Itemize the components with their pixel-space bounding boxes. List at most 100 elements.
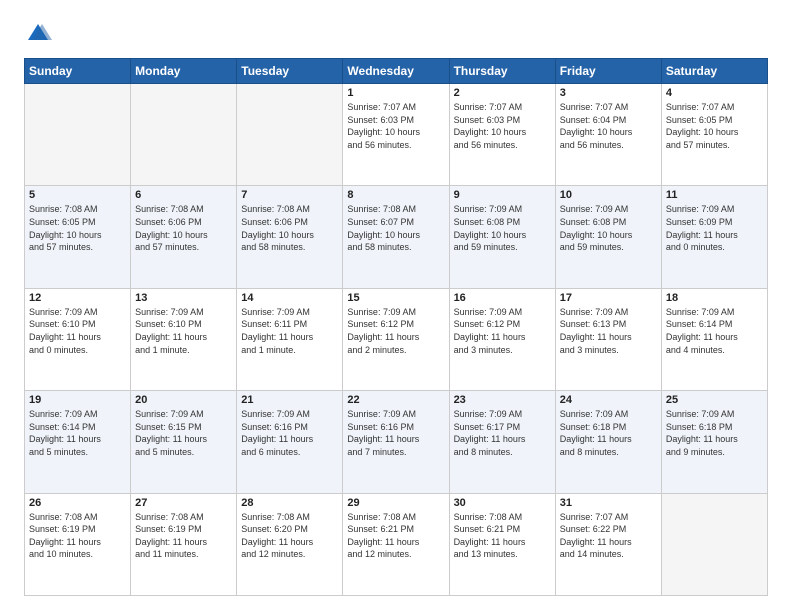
day-info: Sunrise: 7:09 AM Sunset: 6:11 PM Dayligh… — [241, 306, 338, 356]
day-info: Sunrise: 7:08 AM Sunset: 6:19 PM Dayligh… — [135, 511, 232, 561]
logo — [24, 20, 56, 48]
day-info: Sunrise: 7:08 AM Sunset: 6:21 PM Dayligh… — [454, 511, 551, 561]
day-cell: 27 Sunrise: 7:08 AM Sunset: 6:19 PM Dayli… — [131, 493, 237, 595]
col-header-sunday: Sunday — [25, 59, 131, 84]
day-cell: 14 Sunrise: 7:09 AM Sunset: 6:11 PM Dayli… — [237, 288, 343, 390]
day-cell: 18 Sunrise: 7:09 AM Sunset: 6:14 PM Dayli… — [661, 288, 767, 390]
day-cell: 10 Sunrise: 7:09 AM Sunset: 6:08 PM Dayli… — [555, 186, 661, 288]
day-cell: 29 Sunrise: 7:08 AM Sunset: 6:21 PM Dayli… — [343, 493, 449, 595]
day-info: Sunrise: 7:09 AM Sunset: 6:12 PM Dayligh… — [454, 306, 551, 356]
day-info: Sunrise: 7:08 AM Sunset: 6:05 PM Dayligh… — [29, 203, 126, 253]
day-cell: 28 Sunrise: 7:08 AM Sunset: 6:20 PM Dayli… — [237, 493, 343, 595]
day-cell: 6Sunrise: 7:08 AM Sunset: 6:06 PM Daylig… — [131, 186, 237, 288]
week-row-4: 19Sunrise: 7:09 AM Sunset: 6:14 PM Dayli… — [25, 391, 768, 493]
week-row-3: 12 Sunrise: 7:09 AM Sunset: 6:10 PM Dayli… — [25, 288, 768, 390]
day-number: 13 — [135, 292, 232, 304]
col-header-monday: Monday — [131, 59, 237, 84]
col-header-thursday: Thursday — [449, 59, 555, 84]
day-number: 16 — [454, 292, 551, 304]
day-cell: 2 Sunrise: 7:07 AM Sunset: 6:03 PM Daylig… — [449, 84, 555, 186]
day-info: Sunrise: 7:08 AM Sunset: 6:19 PM Dayligh… — [29, 511, 126, 561]
day-cell: 1Sunrise: 7:07 AM Sunset: 6:03 PM Daylig… — [343, 84, 449, 186]
header — [24, 20, 768, 48]
week-row-1: 1Sunrise: 7:07 AM Sunset: 6:03 PM Daylig… — [25, 84, 768, 186]
day-info: Sunrise: 7:09 AM Sunset: 6:14 PM Dayligh… — [666, 306, 763, 356]
day-cell: 21Sunrise: 7:09 AM Sunset: 6:16 PM Dayli… — [237, 391, 343, 493]
day-number: 22 — [347, 394, 444, 406]
day-cell: 3 Sunrise: 7:07 AM Sunset: 6:04 PM Daylig… — [555, 84, 661, 186]
day-number: 15 — [347, 292, 444, 304]
day-number: 18 — [666, 292, 763, 304]
day-number: 3 — [560, 87, 657, 99]
col-header-friday: Friday — [555, 59, 661, 84]
day-number: 31 — [560, 497, 657, 509]
day-cell: 12Sunrise: 7:09 AM Sunset: 6:10 PM Dayli… — [25, 288, 131, 390]
day-number: 25 — [666, 394, 763, 406]
day-info: Sunrise: 7:09 AM Sunset: 6:18 PM Dayligh… — [560, 408, 657, 458]
day-number: 20 — [135, 394, 232, 406]
day-cell: 22 Sunrise: 7:09 AM Sunset: 6:16 PM Dayli… — [343, 391, 449, 493]
day-cell — [661, 493, 767, 595]
day-info: Sunrise: 7:07 AM Sunset: 6:05 PM Dayligh… — [666, 101, 763, 151]
day-cell: 9 Sunrise: 7:09 AM Sunset: 6:08 PM Daylig… — [449, 186, 555, 288]
col-header-saturday: Saturday — [661, 59, 767, 84]
day-info: Sunrise: 7:09 AM Sunset: 6:16 PM Dayligh… — [347, 408, 444, 458]
day-cell — [131, 84, 237, 186]
day-number: 10 — [560, 189, 657, 201]
col-header-wednesday: Wednesday — [343, 59, 449, 84]
day-info: Sunrise: 7:09 AM Sunset: 6:08 PM Dayligh… — [454, 203, 551, 253]
day-cell: 5 Sunrise: 7:08 AM Sunset: 6:05 PM Daylig… — [25, 186, 131, 288]
day-info: Sunrise: 7:09 AM Sunset: 6:10 PM Dayligh… — [135, 306, 232, 356]
day-info: Sunrise: 7:09 AM Sunset: 6:15 PM Dayligh… — [135, 408, 232, 458]
day-cell: 31 Sunrise: 7:07 AM Sunset: 6:22 PM Dayli… — [555, 493, 661, 595]
day-info: Sunrise: 7:07 AM Sunset: 6:03 PM Dayligh… — [454, 101, 551, 151]
day-number: 8 — [347, 189, 444, 201]
day-number: 6 — [135, 189, 232, 201]
day-number: 30 — [454, 497, 551, 509]
day-info: Sunrise: 7:09 AM Sunset: 6:16 PM Dayligh… — [241, 408, 338, 458]
day-cell: 13 Sunrise: 7:09 AM Sunset: 6:10 PM Dayli… — [131, 288, 237, 390]
day-number: 17 — [560, 292, 657, 304]
day-info: Sunrise: 7:08 AM Sunset: 6:20 PM Dayligh… — [241, 511, 338, 561]
day-number: 19 — [29, 394, 126, 406]
day-number: 5 — [29, 189, 126, 201]
col-header-tuesday: Tuesday — [237, 59, 343, 84]
day-cell: 19Sunrise: 7:09 AM Sunset: 6:14 PM Dayli… — [25, 391, 131, 493]
day-number: 28 — [241, 497, 338, 509]
day-info: Sunrise: 7:09 AM Sunset: 6:17 PM Dayligh… — [454, 408, 551, 458]
header-row: SundayMondayTuesdayWednesdayThursdayFrid… — [25, 59, 768, 84]
day-cell: 17 Sunrise: 7:09 AM Sunset: 6:13 PM Dayli… — [555, 288, 661, 390]
day-number: 9 — [454, 189, 551, 201]
day-number: 26 — [29, 497, 126, 509]
day-number: 23 — [454, 394, 551, 406]
day-number: 27 — [135, 497, 232, 509]
day-number: 29 — [347, 497, 444, 509]
day-info: Sunrise: 7:09 AM Sunset: 6:08 PM Dayligh… — [560, 203, 657, 253]
day-cell: 7Sunrise: 7:08 AM Sunset: 6:06 PM Daylig… — [237, 186, 343, 288]
day-info: Sunrise: 7:09 AM Sunset: 6:18 PM Dayligh… — [666, 408, 763, 458]
day-cell — [25, 84, 131, 186]
logo-icon — [24, 20, 52, 48]
day-number: 4 — [666, 87, 763, 99]
day-info: Sunrise: 7:07 AM Sunset: 6:22 PM Dayligh… — [560, 511, 657, 561]
calendar-table: SundayMondayTuesdayWednesdayThursdayFrid… — [24, 58, 768, 596]
day-cell: 15 Sunrise: 7:09 AM Sunset: 6:12 PM Dayli… — [343, 288, 449, 390]
day-info: Sunrise: 7:08 AM Sunset: 6:07 PM Dayligh… — [347, 203, 444, 253]
day-cell: 4 Sunrise: 7:07 AM Sunset: 6:05 PM Daylig… — [661, 84, 767, 186]
day-number: 2 — [454, 87, 551, 99]
day-info: Sunrise: 7:08 AM Sunset: 6:21 PM Dayligh… — [347, 511, 444, 561]
day-number: 14 — [241, 292, 338, 304]
day-cell: 8 Sunrise: 7:08 AM Sunset: 6:07 PM Daylig… — [343, 186, 449, 288]
day-info: Sunrise: 7:09 AM Sunset: 6:13 PM Dayligh… — [560, 306, 657, 356]
day-info: Sunrise: 7:07 AM Sunset: 6:04 PM Dayligh… — [560, 101, 657, 151]
day-cell — [237, 84, 343, 186]
week-row-5: 26 Sunrise: 7:08 AM Sunset: 6:19 PM Dayli… — [25, 493, 768, 595]
day-cell: 26 Sunrise: 7:08 AM Sunset: 6:19 PM Dayli… — [25, 493, 131, 595]
day-info: Sunrise: 7:07 AM Sunset: 6:03 PM Dayligh… — [347, 101, 444, 151]
day-number: 12 — [29, 292, 126, 304]
day-info: Sunrise: 7:09 AM Sunset: 6:12 PM Dayligh… — [347, 306, 444, 356]
day-cell: 20 Sunrise: 7:09 AM Sunset: 6:15 PM Dayli… — [131, 391, 237, 493]
day-cell: 16 Sunrise: 7:09 AM Sunset: 6:12 PM Dayli… — [449, 288, 555, 390]
day-number: 24 — [560, 394, 657, 406]
day-cell: 11Sunrise: 7:09 AM Sunset: 6:09 PM Dayli… — [661, 186, 767, 288]
